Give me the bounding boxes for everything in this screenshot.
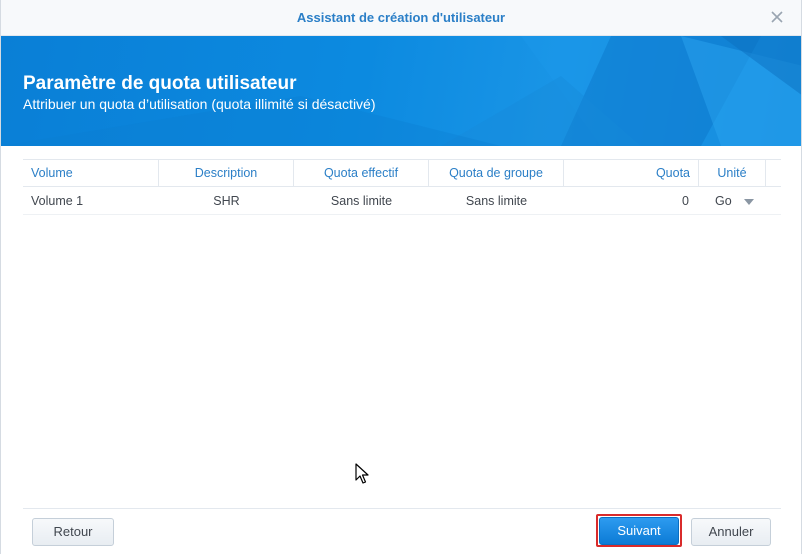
chevron-down-icon[interactable] — [743, 199, 755, 205]
table-row[interactable]: Volume 1 SHR Sans limite Sans limite 0 G… — [23, 187, 781, 215]
cell-group-quota: Sans limite — [465, 194, 528, 208]
table-header: Volume Description Quota effectif Quota … — [23, 159, 781, 187]
quota-table: Volume Description Quota effectif Quota … — [23, 159, 781, 215]
column-header-unit[interactable]: Unité — [699, 160, 766, 187]
column-header-volume[interactable]: Volume — [23, 160, 159, 187]
window-titlebar: Assistant de création d'utilisateur — [1, 0, 801, 36]
banner-heading: Paramètre de quota utilisateur — [23, 73, 297, 94]
column-header-group-quota[interactable]: Quota de groupe — [429, 160, 564, 187]
cell-description: SHR — [213, 194, 240, 208]
unit-select[interactable]: Go — [699, 187, 766, 215]
wizard-banner: Paramètre de quota utilisateur Attribuer… — [1, 36, 801, 146]
column-header-quota[interactable]: Quota — [564, 160, 699, 187]
cancel-button[interactable]: Annuler — [691, 518, 771, 546]
window-title: Assistant de création d'utilisateur — [296, 10, 506, 25]
column-header-spacer — [766, 160, 781, 187]
next-button[interactable]: Suivant — [599, 517, 679, 545]
mouse-pointer-icon — [355, 463, 369, 484]
cell-effective-quota: Sans limite — [330, 194, 393, 208]
quota-input[interactable]: 0 — [564, 187, 699, 215]
close-icon[interactable] — [769, 9, 785, 25]
column-header-effective-quota[interactable]: Quota effectif — [294, 160, 429, 187]
banner-subheading: Attribuer un quota d’utilisation (quota … — [23, 96, 376, 112]
column-header-description[interactable]: Description — [159, 160, 294, 187]
unit-select-value: Go — [715, 194, 732, 208]
user-creation-wizard-window: Assistant de création d'utilisateur Para… — [0, 0, 802, 554]
cell-volume: Volume 1 — [31, 194, 84, 208]
back-button[interactable]: Retour — [32, 518, 114, 546]
footer-divider — [23, 508, 781, 509]
